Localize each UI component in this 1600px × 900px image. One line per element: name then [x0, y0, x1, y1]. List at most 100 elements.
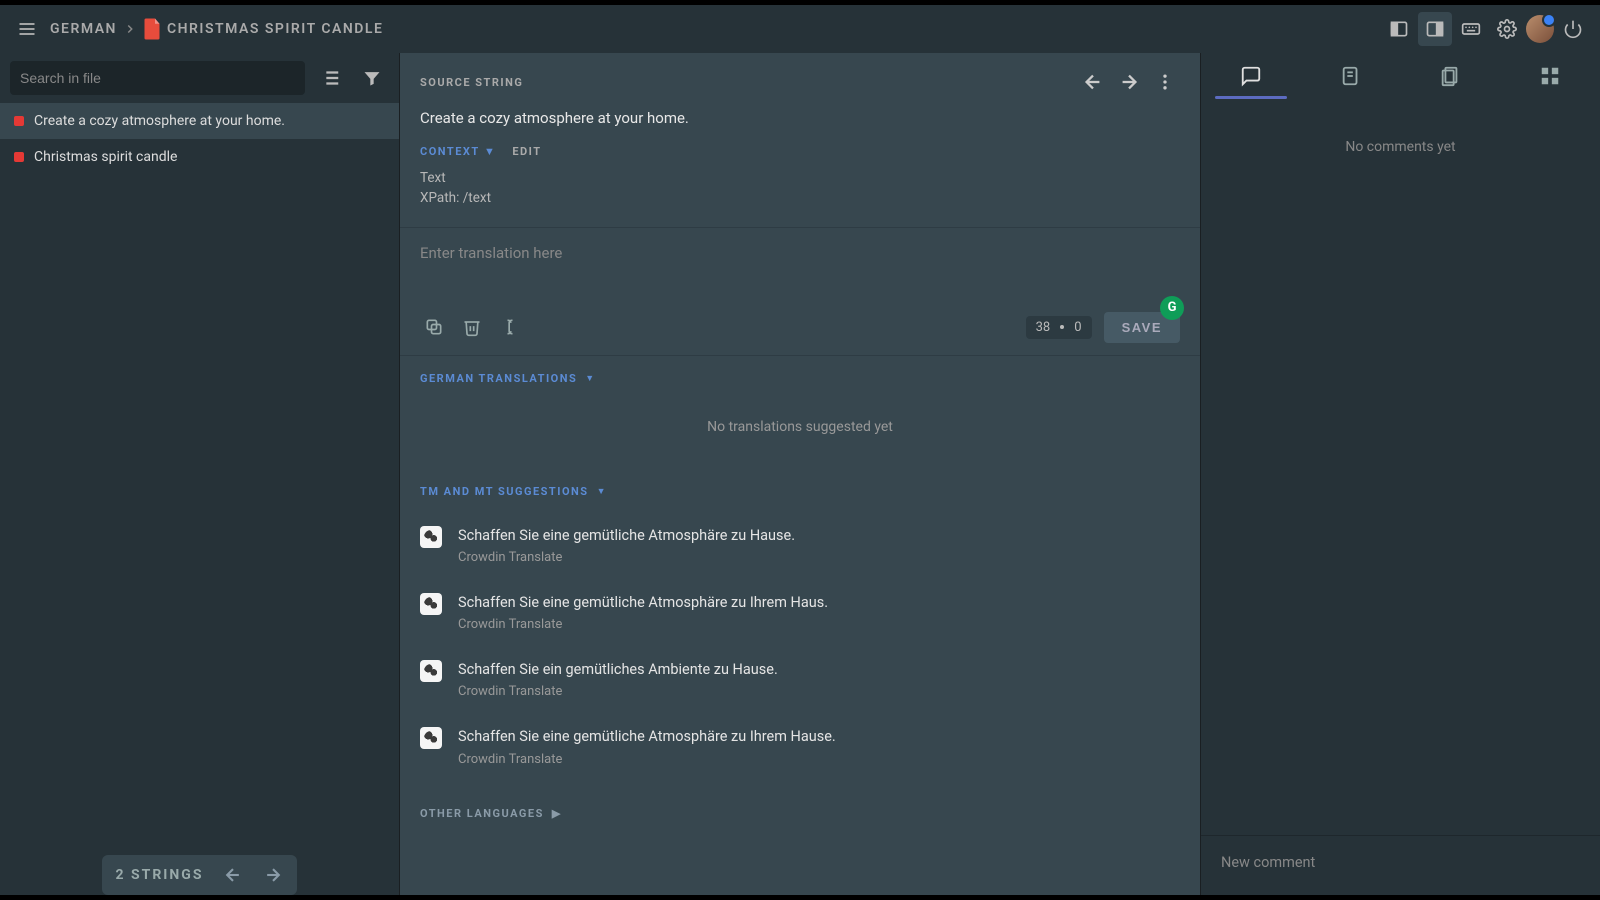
book-search-icon: [1340, 65, 1362, 87]
context-line: XPath: /text: [420, 188, 1180, 208]
string-item[interactable]: Create a cozy atmosphere at your home.: [0, 103, 399, 139]
clear-button[interactable]: [458, 313, 486, 341]
suggestion-item[interactable]: Schaffen Sie eine gemütliche Atmosphäre …: [420, 512, 1180, 579]
no-translations-text: No translations suggested yet: [420, 385, 1180, 469]
right-tabs: [1201, 53, 1600, 99]
mt-engine-icon: [420, 593, 442, 615]
prev-source-button[interactable]: [1078, 67, 1108, 97]
suggestion-text: Schaffen Sie eine gemütliche Atmosphäre …: [458, 593, 828, 613]
insert-tag-button[interactable]: [496, 313, 524, 341]
file-icon: [143, 18, 161, 40]
chevron-down-icon: ▼: [597, 486, 607, 497]
strings-count: 2 STRINGS: [116, 867, 204, 883]
suggestion-text: Schaffen Sie ein gemütliches Ambiente zu…: [458, 660, 778, 680]
list-icon: [319, 67, 341, 89]
user-avatar[interactable]: [1526, 15, 1554, 43]
tab-terms[interactable]: [1401, 53, 1501, 99]
mt-engine-icon: [420, 660, 442, 682]
filter-button[interactable]: [355, 61, 389, 95]
chevron-right-icon: ▶: [552, 807, 562, 820]
comments-body: No comments yet: [1201, 99, 1600, 835]
strings-footer: 2 STRINGS: [102, 855, 298, 895]
grid-icon: [1539, 65, 1561, 87]
panel-right-icon: [1425, 19, 1445, 39]
new-comment-input[interactable]: New comment: [1201, 835, 1600, 895]
panel-left-button[interactable]: [1382, 12, 1416, 46]
context-line: Text: [420, 168, 1180, 188]
suggestion-list: Schaffen Sie eine gemütliche Atmosphäre …: [420, 512, 1180, 781]
list-view-button[interactable]: [313, 61, 347, 95]
prev-string-button[interactable]: [223, 865, 243, 885]
suggestion-item[interactable]: Schaffen Sie eine gemütliche Atmosphäre …: [420, 713, 1180, 780]
next-source-button[interactable]: [1114, 67, 1144, 97]
no-comments-text: No comments yet: [1345, 139, 1455, 155]
suggestion-item[interactable]: Schaffen Sie ein gemütliches Ambiente zu…: [420, 646, 1180, 713]
copy-icon: [424, 317, 444, 337]
power-button[interactable]: [1556, 12, 1590, 46]
string-list: Create a cozy atmosphere at your home. C…: [0, 103, 399, 855]
context-label[interactable]: CONTEXT ▼: [420, 145, 496, 158]
gear-icon: [1497, 19, 1517, 39]
new-comment-placeholder: New comment: [1221, 854, 1315, 871]
breadcrumb-file[interactable]: CHRISTMAS SPIRIT CANDLE: [167, 21, 383, 37]
mt-engine-icon: [420, 526, 442, 548]
suggestion-source: Crowdin Translate: [458, 684, 778, 699]
menu-button[interactable]: [10, 12, 44, 46]
filter-icon: [362, 68, 382, 88]
string-item[interactable]: Christmas spirit candle: [0, 139, 399, 175]
tab-comments[interactable]: [1201, 53, 1301, 99]
string-text: Create a cozy atmosphere at your home.: [34, 113, 285, 129]
other-languages-header[interactable]: OTHER LANGUAGES▶: [400, 797, 1200, 840]
tab-apps[interactable]: [1500, 53, 1600, 99]
arrow-right-icon: [263, 865, 283, 885]
hamburger-icon: [17, 19, 37, 39]
source-length: 38: [1036, 320, 1051, 335]
edit-context-button[interactable]: EDIT: [512, 145, 541, 158]
keyboard-icon: [1461, 19, 1481, 39]
chevron-down-icon: ▼: [484, 145, 496, 158]
source-text: Create a cozy atmosphere at your home.: [400, 97, 1200, 141]
target-length: 0: [1074, 320, 1081, 335]
suggestion-source: Crowdin Translate: [458, 550, 795, 565]
string-text: Christmas spirit candle: [34, 149, 177, 165]
chevron-down-icon: ▼: [585, 373, 595, 384]
comment-icon: [1240, 65, 1262, 87]
suggestion-source: Crowdin Translate: [458, 617, 828, 632]
source-string-label: SOURCE STRING: [420, 76, 523, 89]
translations-section-header[interactable]: GERMAN TRANSLATIONS▼: [420, 372, 1180, 385]
search-input[interactable]: [10, 61, 305, 95]
char-counter: 38 0: [1026, 316, 1092, 339]
trash-icon: [462, 317, 482, 337]
power-icon: [1563, 19, 1583, 39]
panel-left-icon: [1389, 19, 1409, 39]
tm-section-header[interactable]: TM AND MT SUGGESTIONS▼: [420, 485, 1180, 498]
grammarly-badge[interactable]: G: [1160, 296, 1184, 320]
top-bar: GERMAN CHRISTMAS SPIRIT CANDLE: [0, 5, 1600, 53]
breadcrumb-language[interactable]: GERMAN: [50, 21, 117, 37]
suggestion-source: Crowdin Translate: [458, 752, 836, 767]
panel-right-button[interactable]: [1418, 12, 1452, 46]
status-indicator: [14, 116, 24, 126]
copy-source-button[interactable]: [420, 313, 448, 341]
tab-search-tm[interactable]: [1301, 53, 1401, 99]
status-indicator: [14, 152, 24, 162]
keyboard-button[interactable]: [1454, 12, 1488, 46]
suggestion-text: Schaffen Sie eine gemütliche Atmosphäre …: [458, 526, 795, 546]
settings-button[interactable]: [1490, 12, 1524, 46]
arrow-left-icon: [1082, 71, 1104, 93]
suggestion-item[interactable]: Schaffen Sie eine gemütliche Atmosphäre …: [420, 579, 1180, 646]
arrow-right-icon: [1118, 71, 1140, 93]
translation-input[interactable]: Enter translation here G: [400, 228, 1200, 300]
strings-panel: Create a cozy atmosphere at your home. C…: [0, 53, 400, 895]
source-more-button[interactable]: [1150, 67, 1180, 97]
arrow-left-icon: [223, 865, 243, 885]
comments-panel: No comments yet New comment: [1200, 53, 1600, 895]
editor-panel: SOURCE STRING Create a cozy atmosphere: [400, 53, 1200, 895]
more-vertical-icon: [1155, 72, 1175, 92]
translation-placeholder: Enter translation here: [420, 244, 562, 262]
mt-engine-icon: [420, 727, 442, 749]
chevron-right-icon: [123, 22, 137, 36]
next-string-button[interactable]: [263, 865, 283, 885]
context-body: Text XPath: /text: [400, 162, 1200, 227]
suggestion-text: Schaffen Sie eine gemütliche Atmosphäre …: [458, 727, 836, 747]
